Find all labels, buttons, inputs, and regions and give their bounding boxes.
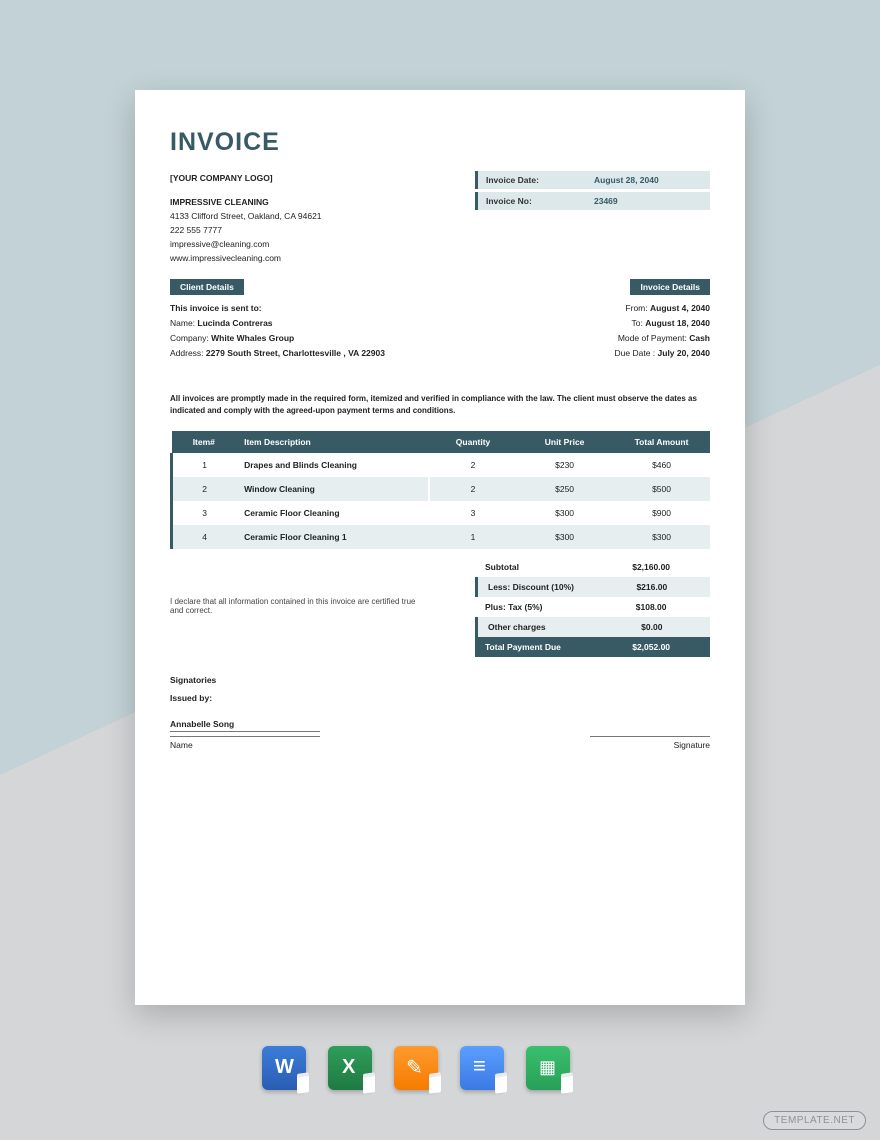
from-label: From: xyxy=(625,303,647,313)
totals-block: Subtotal $2,160.00 Less: Discount (10%) … xyxy=(475,557,710,657)
cell-price: $300 xyxy=(516,525,613,549)
company-logo-placeholder: [YOUR COMPANY LOGO] xyxy=(170,171,322,185)
client-name: Lucinda Contreras xyxy=(197,318,272,328)
table-row: 1 Drapes and Blinds Cleaning 2 $230 $460 xyxy=(172,453,711,477)
cell-price: $250 xyxy=(516,477,613,501)
total-due-value: $2,052.00 xyxy=(602,642,700,652)
signature-line-label: Signature xyxy=(590,736,710,750)
cell-qty: 2 xyxy=(430,477,516,501)
from-value: August 4, 2040 xyxy=(650,303,710,313)
issued-by-label: Issued by: xyxy=(170,693,710,703)
company-phone: 222 555 7777 xyxy=(170,223,322,237)
invoice-meta: Invoice Date: August 28, 2040 Invoice No… xyxy=(475,171,710,265)
watermark-badge: TEMPLATE.NET xyxy=(763,1111,866,1130)
client-company-label: Company: xyxy=(170,333,209,343)
total-due-row: Total Payment Due $2,052.00 xyxy=(475,637,710,657)
subtotal-label: Subtotal xyxy=(485,562,602,572)
due-label: Due Date : xyxy=(615,348,656,358)
invoice-no-label: Invoice No: xyxy=(486,196,594,206)
client-address-label: Address: xyxy=(170,348,204,358)
line-items-table: Item# Item Description Quantity Unit Pri… xyxy=(170,431,710,549)
invoice-date-value: August 28, 2040 xyxy=(594,175,702,185)
cell-item: 3 xyxy=(172,501,237,525)
invoice-document: INVOICE [YOUR COMPANY LOGO] IMPRESSIVE C… xyxy=(135,90,745,1005)
to-label: To: xyxy=(632,318,643,328)
company-block: [YOUR COMPANY LOGO] IMPRESSIVE CLEANING … xyxy=(170,171,322,265)
client-details: This invoice is sent to: Name: Lucinda C… xyxy=(170,301,385,361)
cell-total: $300 xyxy=(613,525,710,549)
other-label: Other charges xyxy=(488,622,604,632)
word-icon[interactable] xyxy=(262,1046,306,1090)
col-item: Item# xyxy=(172,431,237,453)
tax-label: Plus: Tax (5%) xyxy=(485,602,602,612)
google-docs-icon[interactable] xyxy=(460,1046,504,1090)
total-due-label: Total Payment Due xyxy=(485,642,602,652)
declaration-text: I declare that all information contained… xyxy=(170,557,430,657)
issuer-name: Annabelle Song xyxy=(170,719,320,732)
mode-value: Cash xyxy=(689,333,710,343)
google-sheets-icon[interactable] xyxy=(526,1046,570,1090)
invoice-date-row: Invoice Date: August 28, 2040 xyxy=(475,171,710,189)
cell-qty: 2 xyxy=(430,453,516,477)
company-address: 4133 Clifford Street, Oakland, CA 94621 xyxy=(170,209,322,223)
col-price: Unit Price xyxy=(516,431,613,453)
excel-icon[interactable] xyxy=(328,1046,372,1090)
discount-value: $216.00 xyxy=(604,582,700,592)
cell-desc: Ceramic Floor Cleaning xyxy=(236,501,430,525)
client-address: 2279 South Street, Charlottesville , VA … xyxy=(206,348,385,358)
invoice-date-label: Invoice Date: xyxy=(486,175,594,185)
other-value: $0.00 xyxy=(604,622,700,632)
cell-qty: 3 xyxy=(430,501,516,525)
invoice-no-value: 23469 xyxy=(594,196,702,206)
invoice-details: From: August 4, 2040 To: August 18, 2040… xyxy=(615,301,710,361)
cell-item: 1 xyxy=(172,453,237,477)
company-website: www.impressivecleaning.com xyxy=(170,251,322,265)
invoice-no-row: Invoice No: 23469 xyxy=(475,192,710,210)
cell-total: $460 xyxy=(613,453,710,477)
format-icons xyxy=(262,1046,570,1090)
cell-total: $900 xyxy=(613,501,710,525)
cell-item: 4 xyxy=(172,525,237,549)
signatories-heading: Signatories xyxy=(170,675,710,685)
pages-icon[interactable] xyxy=(394,1046,438,1090)
client-name-label: Name: xyxy=(170,318,195,328)
to-value: August 18, 2040 xyxy=(645,318,710,328)
col-total: Total Amount xyxy=(613,431,710,453)
cell-desc: Ceramic Floor Cleaning 1 xyxy=(236,525,430,549)
discount-row: Less: Discount (10%) $216.00 xyxy=(475,577,710,597)
mode-label: Mode of Payment: xyxy=(618,333,687,343)
cell-total: $500 xyxy=(613,477,710,501)
subtotal-value: $2,160.00 xyxy=(602,562,700,572)
cell-desc: Window Cleaning xyxy=(236,477,430,501)
company-name: IMPRESSIVE CLEANING xyxy=(170,195,322,209)
col-qty: Quantity xyxy=(430,431,516,453)
compliance-note: All invoices are promptly made in the re… xyxy=(170,393,710,417)
table-row: 2 Window Cleaning 2 $250 $500 xyxy=(172,477,711,501)
page-title: INVOICE xyxy=(170,128,710,157)
client-company: White Whales Group xyxy=(211,333,294,343)
cell-qty: 1 xyxy=(430,525,516,549)
cell-item: 2 xyxy=(172,477,237,501)
due-value: July 20, 2040 xyxy=(658,348,710,358)
tax-value: $108.00 xyxy=(602,602,700,612)
cell-price: $300 xyxy=(516,501,613,525)
invoice-details-heading: Invoice Details xyxy=(630,279,710,295)
other-row: Other charges $0.00 xyxy=(475,617,710,637)
client-details-heading: Client Details xyxy=(170,279,244,295)
sent-to-label: This invoice is sent to: xyxy=(170,303,262,313)
table-row: 3 Ceramic Floor Cleaning 3 $300 $900 xyxy=(172,501,711,525)
name-line-label: Name xyxy=(170,736,320,750)
table-header-row: Item# Item Description Quantity Unit Pri… xyxy=(172,431,711,453)
cell-price: $230 xyxy=(516,453,613,477)
company-email: impressive@cleaning.com xyxy=(170,237,322,251)
subtotal-row: Subtotal $2,160.00 xyxy=(475,557,710,577)
table-row: 4 Ceramic Floor Cleaning 1 1 $300 $300 xyxy=(172,525,711,549)
discount-label: Less: Discount (10%) xyxy=(488,582,604,592)
signatories-block: Signatories Issued by: Annabelle Song Na… xyxy=(170,675,710,750)
cell-desc: Drapes and Blinds Cleaning xyxy=(236,453,430,477)
col-desc: Item Description xyxy=(236,431,430,453)
tax-row: Plus: Tax (5%) $108.00 xyxy=(475,597,710,617)
